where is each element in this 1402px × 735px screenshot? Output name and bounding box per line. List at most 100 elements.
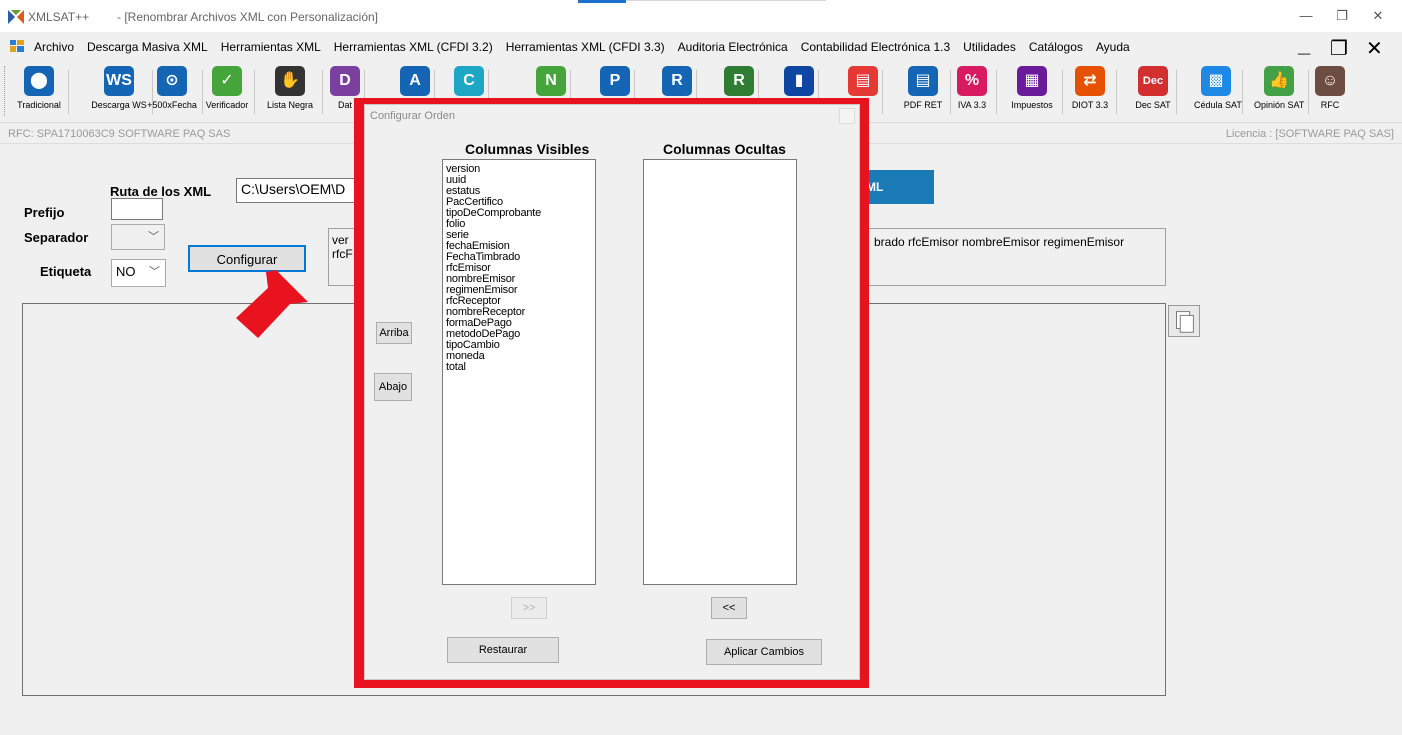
toolbar-separator bbox=[254, 70, 255, 114]
p-icon: P bbox=[600, 66, 630, 96]
toolbar-button[interactable]: ☺ RFC bbox=[1308, 66, 1352, 118]
etiqueta-value: NO bbox=[116, 264, 136, 279]
toolbar-button-label: Descarga WS bbox=[91, 100, 147, 110]
toolbar-separator bbox=[1242, 70, 1243, 114]
hand-icon: ✋ bbox=[275, 66, 305, 96]
toolbar-separator bbox=[950, 70, 951, 114]
r-blue-icon: R bbox=[662, 66, 692, 96]
toolbar-button[interactable]: ⊙ +500xFecha bbox=[146, 66, 198, 118]
tape-icon: ⊙ bbox=[157, 66, 187, 96]
toolbar-button[interactable]: Dec Dec SAT bbox=[1134, 66, 1172, 118]
menu-items: Archivo Descarga Masiva XML Herramientas X… bbox=[34, 40, 1143, 54]
menu-item[interactable]: Herramientas XML (CFDI 3.2) bbox=[334, 40, 506, 54]
menu-item[interactable]: Descarga Masiva XML bbox=[87, 40, 221, 54]
toolbar-button-label: Impuestos bbox=[1011, 100, 1053, 110]
toolbar-grip[interactable] bbox=[4, 66, 7, 116]
list-item[interactable]: moneda bbox=[443, 351, 595, 362]
pdf-ret-icon: ▤ bbox=[908, 66, 938, 96]
a-icon: A bbox=[400, 66, 430, 96]
toolbar-separator bbox=[1062, 70, 1063, 114]
toolbar-button-label: Dec SAT bbox=[1135, 100, 1171, 110]
close-button[interactable]: ✕ bbox=[1368, 6, 1388, 26]
r-green-icon: R bbox=[724, 66, 754, 96]
copy-icon[interactable] bbox=[1168, 305, 1200, 337]
handshake-icon: ⇄ bbox=[1075, 66, 1105, 96]
mdi-minimize-button[interactable]: _ bbox=[1298, 32, 1310, 58]
toolbar-separator bbox=[1116, 70, 1117, 114]
apply-changes-button[interactable]: Aplicar Cambios bbox=[706, 639, 822, 665]
chevron-down-icon: ﹀ bbox=[149, 266, 160, 278]
toolbar-button[interactable]: ▤ PDF RET bbox=[900, 66, 946, 118]
prefijo-input[interactable] bbox=[111, 198, 163, 220]
toolbar-button-label: IVA 3.3 bbox=[957, 100, 987, 110]
license-label: Licencia : [SOFTWARE PAQ SAS] bbox=[1225, 128, 1394, 140]
c-icon: C bbox=[454, 66, 484, 96]
list-item[interactable]: tipoDeComprobante bbox=[443, 208, 595, 219]
toolbar-button-label: DIOT 3.3 bbox=[1071, 100, 1109, 110]
menu-item[interactable]: Catálogos bbox=[1029, 40, 1096, 54]
four-circles-icon: ⬤ bbox=[24, 66, 54, 96]
thumbs-up-icon: 👍 bbox=[1264, 66, 1294, 96]
toolbar-button-label: Tradicional bbox=[17, 100, 61, 110]
ruta-label: Ruta de los XML bbox=[110, 184, 212, 199]
toolbar-separator bbox=[996, 70, 997, 114]
separador-label: Separador bbox=[24, 230, 89, 245]
toolbar-button[interactable]: ▩ Cédula SAT bbox=[1194, 66, 1242, 118]
etiqueta-select[interactable]: NO ﹀ bbox=[111, 259, 166, 287]
separador-select[interactable]: ﹀ bbox=[111, 224, 165, 250]
app-name: XMLSAT++ bbox=[28, 10, 90, 24]
toolbar-button[interactable]: 👍 Opinión SAT bbox=[1254, 66, 1304, 118]
move-left-button[interactable]: << bbox=[711, 597, 747, 619]
toolbar-button[interactable]: WS Descarga WS bbox=[90, 66, 148, 118]
visible-columns-list[interactable]: version uuid estatus PacCertifico tipoDeComp… bbox=[442, 159, 596, 585]
hidden-columns-list[interactable] bbox=[643, 159, 797, 585]
dialog-title: Configurar Orden bbox=[370, 110, 455, 122]
mdi-close-button[interactable]: ✕ bbox=[1366, 36, 1383, 61]
mdi-child-icon[interactable] bbox=[10, 40, 24, 52]
app-logo-icon bbox=[8, 10, 24, 24]
menu-item[interactable]: Utilidades bbox=[963, 40, 1029, 54]
toolbar-button[interactable]: ✋ Lista Negra bbox=[262, 66, 318, 118]
toolbar-button-label: PDF RET bbox=[903, 100, 943, 110]
dialog-close-button[interactable] bbox=[839, 108, 855, 124]
qr-icon: ▩ bbox=[1201, 66, 1231, 96]
restore-button[interactable]: ❐ bbox=[1332, 6, 1352, 26]
toolbar-button[interactable]: ⇄ DIOT 3.3 bbox=[1068, 66, 1112, 118]
ruta-input[interactable]: C:\Users\OEM\D bbox=[236, 178, 362, 203]
chevron-down-icon: ﹀ bbox=[148, 231, 159, 243]
list-item[interactable]: total bbox=[443, 362, 595, 373]
toolbar-button[interactable]: % IVA 3.3 bbox=[952, 66, 992, 118]
menu-item[interactable]: Archivo bbox=[34, 40, 87, 54]
toolbar-separator bbox=[1176, 70, 1177, 114]
hidden-columns-header: Columnas Ocultas bbox=[663, 141, 786, 157]
menu-item[interactable]: Contabilidad Electrónica 1.3 bbox=[801, 40, 963, 54]
move-down-button[interactable]: Abajo bbox=[374, 373, 412, 401]
menu-item[interactable]: Ayuda bbox=[1096, 40, 1143, 54]
toolbar-button-label: +500xFecha bbox=[147, 100, 197, 110]
toolbar-button-label: Cédula SAT bbox=[1194, 100, 1242, 110]
toolbar-button-label: RFC bbox=[1320, 100, 1340, 110]
toolbar-separator bbox=[882, 70, 883, 114]
menu-item[interactable]: Herramientas XML (CFDI 3.3) bbox=[506, 40, 678, 54]
doc-icon: ▮ bbox=[784, 66, 814, 96]
toolbar-separator bbox=[202, 70, 203, 114]
minimize-button[interactable]: — bbox=[1296, 6, 1316, 26]
percent-icon: % bbox=[957, 66, 987, 96]
restore-defaults-button[interactable]: Restaurar bbox=[447, 637, 559, 663]
pointer-arrow-icon bbox=[236, 270, 308, 338]
move-up-button[interactable]: Arriba bbox=[376, 322, 412, 344]
toolbar-button[interactable]: ▦ Impuestos bbox=[1006, 66, 1058, 118]
title-bar: XMLSAT++ - [Renombrar Archivos XML con P… bbox=[0, 0, 1402, 32]
menu-item[interactable]: Auditoria Electrónica bbox=[678, 40, 801, 54]
person-icon: ☺ bbox=[1315, 66, 1345, 96]
check-icon: ✓ bbox=[212, 66, 242, 96]
mdi-restore-button[interactable]: ❐ bbox=[1330, 36, 1348, 61]
toolbar-button[interactable]: ✓ Verificador bbox=[204, 66, 250, 118]
toolbar-button[interactable]: ⬤ Tradicional bbox=[14, 66, 64, 118]
title-accent-line bbox=[626, 0, 826, 1]
rfc-label: RFC: SPA1710063C9 SOFTWARE PAQ SAS bbox=[8, 128, 231, 140]
menu-item[interactable]: Herramientas XML bbox=[221, 40, 334, 54]
visible-columns-header: Columnas Visibles bbox=[465, 141, 590, 157]
move-right-button[interactable]: >> bbox=[511, 597, 547, 619]
window-title: - [Renombrar Archivos XML con Personaliz… bbox=[117, 10, 378, 24]
